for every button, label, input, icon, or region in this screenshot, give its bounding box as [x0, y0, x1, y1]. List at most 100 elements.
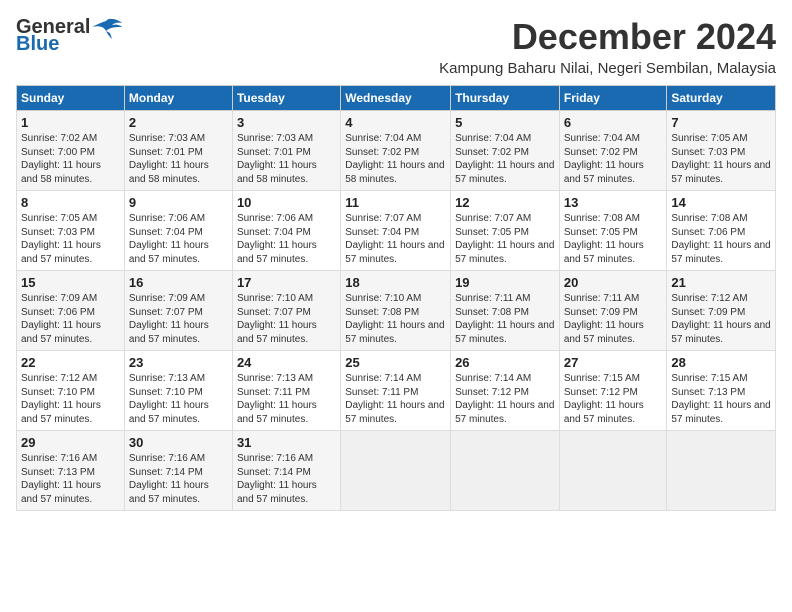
table-row: 20Sunrise: 7:11 AMSunset: 7:09 PMDayligh…	[559, 271, 667, 351]
day-number: 28	[671, 355, 771, 370]
table-row: 21 Sunrise: 7:12 AMSunset: 7:09 PMDayligh…	[667, 271, 776, 351]
day-info: Sunrise: 7:04 AMSunset: 7:02 PMDaylight:…	[564, 132, 663, 186]
col-friday: Friday	[559, 86, 667, 111]
table-row: 17 Sunrise: 7:10 AMSunset: 7:07 PMDayligh…	[232, 271, 340, 351]
col-saturday: Saturday	[667, 86, 776, 111]
calendar-week-row: 15 Sunrise: 7:09 AMSunset: 7:06 PMDayligh…	[17, 271, 776, 351]
table-row: 28 Sunrise: 7:15 AMSunset: 7:13 PMDayligh…	[667, 351, 776, 431]
day-number: 17	[237, 275, 336, 290]
logo-bird-icon	[92, 17, 122, 39]
day-number: 12	[455, 195, 555, 210]
day-number: 6	[564, 115, 663, 130]
col-monday: Monday	[124, 86, 232, 111]
day-number: 14	[671, 195, 771, 210]
calendar-week-row: 22 Sunrise: 7:12 AMSunset: 7:10 PMDayligh…	[17, 351, 776, 431]
day-info: Sunrise: 7:12 AMSunset: 7:10 PMDaylight:…	[21, 372, 120, 426]
table-row	[559, 431, 667, 511]
table-row	[451, 431, 560, 511]
day-number: 21	[671, 275, 771, 290]
day-number: 9	[129, 195, 228, 210]
day-info: Sunrise: 7:15 AMSunset: 7:13 PMDaylight:…	[671, 372, 771, 426]
day-number: 4	[345, 115, 446, 130]
day-number: 18	[345, 275, 446, 290]
day-number: 15	[21, 275, 120, 290]
calendar-week-row: 1 Sunrise: 7:02 AMSunset: 7:00 PMDaylight…	[17, 111, 776, 191]
day-info: Sunrise: 7:16 AMSunset: 7:14 PMDaylight:…	[129, 452, 228, 506]
calendar-table: Sunday Monday Tuesday Wednesday Thursday…	[16, 85, 776, 511]
day-info: Sunrise: 7:08 AMSunset: 7:06 PMDaylight:…	[671, 212, 771, 266]
title-block: December 2024 Kampung Baharu Nilai, Nege…	[439, 16, 776, 77]
logo: General Blue	[16, 16, 122, 56]
day-info: Sunrise: 7:16 AMSunset: 7:13 PMDaylight:…	[21, 452, 120, 506]
day-number: 3	[237, 115, 336, 130]
col-tuesday: Tuesday	[232, 86, 340, 111]
table-row: 1 Sunrise: 7:02 AMSunset: 7:00 PMDaylight…	[17, 111, 125, 191]
day-number: 30	[129, 435, 228, 450]
day-number: 1	[21, 115, 120, 130]
day-number: 26	[455, 355, 555, 370]
day-info: Sunrise: 7:02 AMSunset: 7:00 PMDaylight:…	[21, 132, 120, 186]
table-row: 9 Sunrise: 7:06 AMSunset: 7:04 PMDaylight…	[124, 191, 232, 271]
day-number: 19	[455, 275, 555, 290]
day-info: Sunrise: 7:15 AMSunset: 7:12 PMDaylight:…	[564, 372, 663, 426]
day-number: 27	[564, 355, 663, 370]
table-row: 6 Sunrise: 7:04 AMSunset: 7:02 PMDaylight…	[559, 111, 667, 191]
day-number: 7	[671, 115, 771, 130]
table-row: 23Sunrise: 7:13 AMSunset: 7:10 PMDayligh…	[124, 351, 232, 431]
table-row	[667, 431, 776, 511]
table-row: 4 Sunrise: 7:04 AMSunset: 7:02 PMDaylight…	[341, 111, 451, 191]
day-number: 5	[455, 115, 555, 130]
table-row: 26 Sunrise: 7:14 AMSunset: 7:12 PMDayligh…	[451, 351, 560, 431]
day-number: 22	[21, 355, 120, 370]
table-row: 22 Sunrise: 7:12 AMSunset: 7:10 PMDayligh…	[17, 351, 125, 431]
day-info: Sunrise: 7:03 AMSunset: 7:01 PMDaylight:…	[129, 132, 228, 186]
day-info: Sunrise: 7:14 AMSunset: 7:11 PMDaylight:…	[345, 372, 446, 426]
table-row: 15 Sunrise: 7:09 AMSunset: 7:06 PMDayligh…	[17, 271, 125, 351]
table-row: 10Sunrise: 7:06 AMSunset: 7:04 PMDayligh…	[232, 191, 340, 271]
day-info: Sunrise: 7:10 AMSunset: 7:07 PMDaylight:…	[237, 292, 336, 346]
calendar-week-row: 29 Sunrise: 7:16 AMSunset: 7:13 PMDayligh…	[17, 431, 776, 511]
table-row: 31 Sunrise: 7:16 AMSunset: 7:14 PMDayligh…	[232, 431, 340, 511]
day-info: Sunrise: 7:09 AMSunset: 7:07 PMDaylight:…	[129, 292, 228, 346]
table-row: 7Sunrise: 7:05 AMSunset: 7:03 PMDaylight…	[667, 111, 776, 191]
col-wednesday: Wednesday	[341, 86, 451, 111]
calendar-header-row: Sunday Monday Tuesday Wednesday Thursday…	[17, 86, 776, 111]
table-row: 30 Sunrise: 7:16 AMSunset: 7:14 PMDayligh…	[124, 431, 232, 511]
day-info: Sunrise: 7:04 AMSunset: 7:02 PMDaylight:…	[345, 132, 446, 186]
table-row: 16 Sunrise: 7:09 AMSunset: 7:07 PMDayligh…	[124, 271, 232, 351]
table-row: 19 Sunrise: 7:11 AMSunset: 7:08 PMDayligh…	[451, 271, 560, 351]
day-number: 16	[129, 275, 228, 290]
day-info: Sunrise: 7:08 AMSunset: 7:05 PMDaylight:…	[564, 212, 663, 266]
day-info: Sunrise: 7:16 AMSunset: 7:14 PMDaylight:…	[237, 452, 336, 506]
day-info: Sunrise: 7:06 AMSunset: 7:04 PMDaylight:…	[129, 212, 228, 266]
day-number: 31	[237, 435, 336, 450]
table-row: 2 Sunrise: 7:03 AMSunset: 7:01 PMDaylight…	[124, 111, 232, 191]
day-info: Sunrise: 7:04 AMSunset: 7:02 PMDaylight:…	[455, 132, 555, 186]
day-info: Sunrise: 7:14 AMSunset: 7:12 PMDaylight:…	[455, 372, 555, 426]
day-info: Sunrise: 7:07 AMSunset: 7:05 PMDaylight:…	[455, 212, 555, 266]
location-title: Kampung Baharu Nilai, Negeri Sembilan, M…	[439, 60, 776, 77]
day-info: Sunrise: 7:11 AMSunset: 7:08 PMDaylight:…	[455, 292, 555, 346]
day-info: Sunrise: 7:10 AMSunset: 7:08 PMDaylight:…	[345, 292, 446, 346]
day-info: Sunrise: 7:03 AMSunset: 7:01 PMDaylight:…	[237, 132, 336, 186]
table-row: 12 Sunrise: 7:07 AMSunset: 7:05 PMDayligh…	[451, 191, 560, 271]
table-row: 5 Sunrise: 7:04 AMSunset: 7:02 PMDaylight…	[451, 111, 560, 191]
day-number: 25	[345, 355, 446, 370]
logo-text-blue: Blue	[16, 33, 59, 56]
day-number: 24	[237, 355, 336, 370]
month-title: December 2024	[439, 16, 776, 58]
day-number: 11	[345, 195, 446, 210]
table-row: 25 Sunrise: 7:14 AMSunset: 7:11 PMDayligh…	[341, 351, 451, 431]
calendar-week-row: 8Sunrise: 7:05 AMSunset: 7:03 PMDaylight…	[17, 191, 776, 271]
col-sunday: Sunday	[17, 86, 125, 111]
table-row: 18 Sunrise: 7:10 AMSunset: 7:08 PMDayligh…	[341, 271, 451, 351]
day-number: 29	[21, 435, 120, 450]
day-info: Sunrise: 7:09 AMSunset: 7:06 PMDaylight:…	[21, 292, 120, 346]
day-number: 23	[129, 355, 228, 370]
table-row: 11Sunrise: 7:07 AMSunset: 7:04 PMDayligh…	[341, 191, 451, 271]
day-info: Sunrise: 7:12 AMSunset: 7:09 PMDaylight:…	[671, 292, 771, 346]
table-row: 14 Sunrise: 7:08 AMSunset: 7:06 PMDayligh…	[667, 191, 776, 271]
day-number: 2	[129, 115, 228, 130]
page-header: General Blue December 2024 Kampung Bahar…	[16, 16, 776, 77]
table-row	[341, 431, 451, 511]
